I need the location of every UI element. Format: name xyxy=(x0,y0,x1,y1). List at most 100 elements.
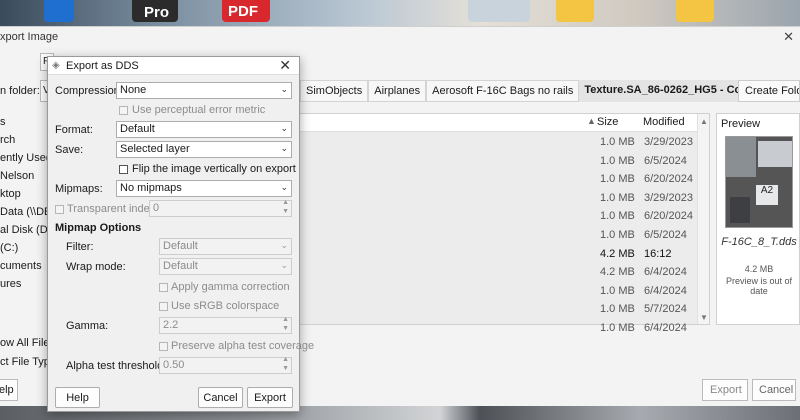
file-list[interactable]: ▲ Size Modified 1.0 MB 3/29/2023 1.0 MB 6/… xyxy=(296,113,710,334)
save-value: Selected layer xyxy=(120,143,190,155)
file-size: 1.0 MB xyxy=(600,228,635,241)
gamma-value: 2.2 xyxy=(163,319,179,331)
flip-vertically-label: Flip the image vertically on export xyxy=(132,163,296,175)
perceptual-error-label: Use perceptual error metric xyxy=(132,104,266,116)
preview-size: 4.2 MB xyxy=(744,264,774,274)
perceptual-error-checkbox[interactable] xyxy=(119,106,128,115)
chevron-down-icon: ⌄ xyxy=(280,182,288,192)
scroll-down-icon[interactable]: ▼ xyxy=(700,313,708,322)
file-modified: 16:12 xyxy=(644,247,672,260)
scroll-up-icon[interactable]: ▲ xyxy=(700,117,708,126)
table-row[interactable]: 4.2 MB 6/4/2024 xyxy=(297,262,709,281)
help-button[interactable]: Help xyxy=(55,387,100,408)
cancel-button[interactable]: Cancel xyxy=(198,387,243,408)
file-list-scrollbar[interactable]: ▲ ▼ xyxy=(697,114,709,324)
file-modified: 5/7/2024 xyxy=(644,303,687,316)
mipmaps-label: Mipmaps: xyxy=(55,183,103,195)
filter-value: Default xyxy=(163,240,198,252)
file-size: 1.0 MB xyxy=(600,173,635,186)
spin-up-icon[interactable]: ▲ xyxy=(282,199,289,206)
table-row[interactable]: 1.0 MB 6/5/2024 xyxy=(297,225,709,244)
spin-down-icon[interactable]: ▼ xyxy=(282,325,289,332)
breadcrumb-item[interactable]: SimObjects xyxy=(300,80,369,102)
file-list-body: 1.0 MB 3/29/2023 1.0 MB 6/5/2024 1.0 MB 6/2… xyxy=(297,132,709,334)
dialog-titlebar: ◈ Export as DDS ✕ xyxy=(48,57,299,75)
flip-vertically-checkbox[interactable] xyxy=(119,165,128,174)
breadcrumb-item-current[interactable]: Texture.SA_86-0262_HG5 - Copy xyxy=(579,80,760,102)
spin-up-icon[interactable]: ▲ xyxy=(282,316,289,323)
filter-dropdown[interactable]: Default ⌄ xyxy=(159,238,292,255)
table-row[interactable]: 1.0 MB 6/4/2024 xyxy=(297,318,709,337)
file-modified: 6/5/2024 xyxy=(644,154,687,167)
cancel-button[interactable]: Cancel xyxy=(752,379,796,401)
desktop-thumbnail-plane xyxy=(468,0,530,22)
spin-down-icon[interactable]: ▼ xyxy=(282,365,289,372)
help-button[interactable]: elp xyxy=(0,379,18,401)
export-button[interactable]: Export xyxy=(702,379,748,401)
mipmaps-value: No mipmaps xyxy=(120,182,182,194)
gamma-correction-checkbox[interactable] xyxy=(159,283,168,292)
transparent-index-checkbox[interactable] xyxy=(55,205,64,214)
places-item[interactable]: s xyxy=(0,113,48,131)
preview-note: Preview is out of date xyxy=(725,276,793,296)
preview-image[interactable]: A2 xyxy=(725,136,793,228)
gamma-spinner[interactable]: 2.2 ▲ ▼ xyxy=(159,316,292,334)
table-row[interactable]: 1.0 MB 3/29/2023 xyxy=(297,132,709,151)
places-item[interactable]: ently Used xyxy=(0,149,48,167)
alpha-coverage-checkbox[interactable] xyxy=(159,342,168,351)
places-item[interactable]: Data (\\DE... xyxy=(0,203,48,221)
table-row[interactable]: 1.0 MB 6/20/2024 xyxy=(297,169,709,188)
wrap-mode-dropdown[interactable]: Default ⌄ xyxy=(159,258,292,275)
table-row[interactable]: 1.0 MB 6/5/2024 xyxy=(297,151,709,170)
column-header-size[interactable]: Size xyxy=(597,116,618,128)
export-dds-dialog: ◈ Export as DDS ✕ Compression: None ⌄ Us… xyxy=(47,56,314,412)
places-item[interactable]: rch xyxy=(0,131,48,149)
column-header-modified[interactable]: Modified xyxy=(643,116,685,128)
file-size: 1.0 MB xyxy=(600,321,635,334)
file-modified: 6/20/2024 xyxy=(644,173,693,186)
places-item[interactable]: cuments xyxy=(0,257,48,275)
table-row[interactable]: 1.0 MB 6/20/2024 xyxy=(297,206,709,225)
places-item[interactable]: ktop xyxy=(0,185,48,203)
alpha-coverage-label: Preserve alpha test coverage xyxy=(171,340,315,352)
mipmap-options-heading: Mipmap Options xyxy=(55,222,142,234)
wrap-mode-label: Wrap mode: xyxy=(66,261,126,273)
save-label: Save: xyxy=(55,144,84,156)
desktop-thumbnail-pdf: PDF xyxy=(222,0,270,22)
breadcrumb-item[interactable]: Airplanes xyxy=(368,80,427,102)
places-item[interactable]: al Disk (D:) xyxy=(0,221,48,239)
file-modified: 6/4/2024 xyxy=(644,321,687,334)
file-size: 1.0 MB xyxy=(600,284,635,297)
chevron-down-icon: ⌄ xyxy=(280,84,288,94)
table-row-selected[interactable]: 4.2 MB 16:12 xyxy=(297,244,709,263)
create-folder-button[interactable]: Create Folder xyxy=(738,80,800,102)
alpha-threshold-spinner[interactable]: 0.50 ▲ ▼ xyxy=(159,356,292,374)
export-button[interactable]: Export xyxy=(247,387,293,408)
close-icon[interactable]: ✕ xyxy=(279,57,291,74)
file-size: 1.0 MB xyxy=(600,303,635,316)
desktop-thumbnail-pro: Pro xyxy=(132,0,178,22)
file-modified: 6/5/2024 xyxy=(644,228,687,241)
save-dropdown[interactable]: Selected layer ⌄ xyxy=(116,141,292,158)
places-item[interactable]: (C:) xyxy=(0,239,48,257)
compression-value: None xyxy=(120,84,147,96)
file-size: 4.2 MB xyxy=(600,266,635,279)
compression-dropdown[interactable]: None ⌄ xyxy=(116,82,292,99)
spin-down-icon[interactable]: ▼ xyxy=(282,208,289,215)
spin-up-icon[interactable]: ▲ xyxy=(282,356,289,363)
breadcrumb-item[interactable]: Aerosoft F-16C Bags no rails xyxy=(426,80,580,102)
table-row[interactable]: 1.0 MB 5/7/2024 xyxy=(297,299,709,318)
close-icon[interactable]: ✕ xyxy=(783,29,794,45)
file-modified: 6/20/2024 xyxy=(644,210,693,223)
srgb-checkbox[interactable] xyxy=(159,302,168,311)
transparent-index-spinner[interactable]: 0 ▲ ▼ xyxy=(149,199,292,217)
file-modified: 3/29/2023 xyxy=(644,191,693,204)
file-modified: 3/29/2023 xyxy=(644,136,693,148)
places-item[interactable]: ures xyxy=(0,275,48,293)
table-row[interactable]: 1.0 MB 6/4/2024 xyxy=(297,281,709,300)
mipmaps-dropdown[interactable]: No mipmaps ⌄ xyxy=(116,180,292,197)
places-item[interactable]: Nelson xyxy=(0,167,48,185)
format-dropdown[interactable]: Default ⌄ xyxy=(116,121,292,138)
compression-label: Compression: xyxy=(55,85,123,97)
table-row[interactable]: 1.0 MB 3/29/2023 xyxy=(297,188,709,207)
